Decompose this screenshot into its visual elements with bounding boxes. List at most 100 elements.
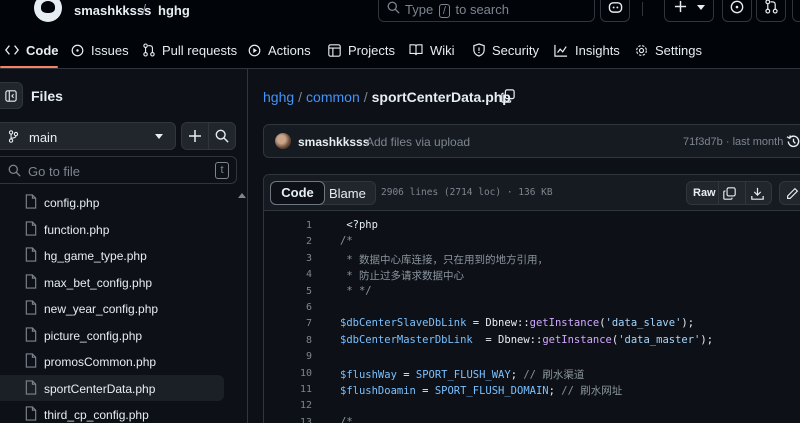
- breadcrumb-folder-link[interactable]: common: [306, 89, 360, 105]
- tab-wiki-label: Wiki: [430, 42, 455, 58]
- tab-actions-label: Actions: [268, 42, 311, 58]
- tab-projects-label: Projects: [348, 42, 395, 58]
- line-number[interactable]: 2: [264, 236, 312, 247]
- file-tree-item[interactable]: third_cp_config.php: [0, 401, 224, 423]
- line-number[interactable]: 3: [264, 253, 312, 264]
- tab-actions[interactable]: Actions: [248, 40, 311, 60]
- copilot-button[interactable]: [600, 0, 630, 22]
- file-tree-item[interactable]: new_year_config.php: [0, 295, 224, 321]
- file-tree-item[interactable]: hg_game_type.php: [0, 242, 224, 268]
- collapse-sidebar-button[interactable]: [0, 82, 23, 109]
- tab-pull-requests[interactable]: Pull requests: [143, 40, 237, 60]
- line-number[interactable]: 9: [264, 351, 312, 362]
- breadcrumb-repo-link[interactable]: hghg: [263, 89, 294, 105]
- line-number[interactable]: 12: [264, 400, 312, 411]
- tab-issues[interactable]: Issues: [71, 40, 129, 60]
- issues-button[interactable]: [722, 0, 752, 22]
- tab-code[interactable]: Code: [5, 40, 59, 60]
- download-icon[interactable]: [751, 187, 764, 200]
- book-icon: [409, 44, 423, 56]
- avatar-menu-button[interactable]: [792, 0, 800, 22]
- file-tree-item[interactable]: sportCenterData.php: [0, 374, 224, 401]
- line-number[interactable]: 1: [264, 220, 312, 231]
- tab-settings[interactable]: Settings: [635, 40, 702, 60]
- commit-message[interactable]: Add files via upload: [366, 135, 470, 149]
- repo-navigation: Code Issues Pull requests Actions Projec…: [0, 32, 800, 69]
- file-tree-item[interactable]: picture_config.php: [0, 322, 224, 348]
- group-divider: [745, 182, 746, 204]
- header-separator: /: [142, 2, 147, 19]
- tab-code-label: Code: [26, 42, 59, 58]
- code-viewer-header: Code Blame 2906 lines (2714 loc) · 136 K…: [264, 175, 800, 211]
- file-icon: [25, 353, 37, 368]
- code-line: * 数据中心库连接，只在用到的地方引用，: [340, 253, 548, 266]
- global-search[interactable]: Type / to search: [378, 0, 595, 22]
- go-to-file-shortcut-key: t: [215, 162, 229, 179]
- raw-button[interactable]: Raw: [693, 187, 716, 199]
- header-divider: [642, 2, 643, 16]
- file-icon: [25, 379, 37, 395]
- search-icon: [387, 1, 400, 14]
- search-shortcut-key: /: [438, 4, 450, 18]
- search-placeholder: Type / to search: [405, 2, 509, 18]
- tab-wiki[interactable]: Wiki: [409, 40, 455, 60]
- file-view: hghg / common / sportCenterData.php smashkks…: [249, 69, 800, 423]
- branch-selector[interactable]: main: [0, 122, 176, 150]
- line-number[interactable]: 8: [264, 335, 312, 346]
- line-number[interactable]: 6: [264, 302, 312, 313]
- history-icon[interactable]: [786, 134, 800, 149]
- sidebar-scrollbar[interactable]: [237, 193, 247, 423]
- file-icon: [25, 326, 37, 342]
- git-branch-icon: [8, 130, 19, 143]
- file-tree-item[interactable]: function.php: [0, 216, 224, 242]
- file-icon: [25, 247, 37, 262]
- file-tree-item[interactable]: promosCommon.php: [0, 348, 224, 374]
- tab-settings-label: Settings: [655, 42, 702, 58]
- add-file-button[interactable]: [181, 122, 209, 150]
- create-new-button[interactable]: [664, 0, 714, 22]
- line-number[interactable]: 7: [264, 318, 312, 329]
- header-repo-link[interactable]: hghg: [158, 3, 190, 18]
- pull-requests-button[interactable]: [756, 0, 786, 22]
- code-lines: 1 <?php 2 /* 3 * 数据中心库连接，只在用到的地方引用， 4 * 防止过多…: [264, 212, 800, 423]
- file-icon: [25, 220, 37, 236]
- line-number[interactable]: 4: [264, 269, 312, 280]
- commit-hash[interactable]: 71f3d7b: [683, 136, 723, 148]
- copy-path-icon[interactable]: [501, 89, 515, 103]
- tab-projects[interactable]: Projects: [328, 40, 395, 60]
- github-logo-icon[interactable]: [34, 0, 62, 22]
- file-tree-item-label: hg_game_type.php: [44, 249, 147, 263]
- line-number[interactable]: 5: [264, 286, 312, 297]
- tab-security[interactable]: Security: [473, 40, 539, 60]
- edit-actions-group: [779, 181, 800, 205]
- copy-icon[interactable]: [723, 187, 736, 200]
- search-files-button[interactable]: [208, 122, 236, 150]
- go-to-file-input[interactable]: Go to file t: [0, 156, 237, 184]
- file-tree-item[interactable]: max_bet_config.php: [0, 269, 224, 295]
- code-view-button[interactable]: Code: [270, 181, 325, 205]
- file-tree-item-label: function.php: [44, 222, 110, 237]
- file-tree-item-label: config.php: [44, 196, 100, 210]
- header-owner-link[interactable]: smashkksss: [74, 3, 151, 18]
- issue-opened-icon: [730, 0, 744, 14]
- file-tree-item-label: promosCommon.php: [44, 355, 157, 369]
- pencil-icon[interactable]: [786, 187, 799, 200]
- line-number[interactable]: 13: [264, 417, 312, 423]
- commit-author[interactable]: smashkksss: [298, 135, 369, 149]
- line-number[interactable]: 10: [264, 368, 312, 379]
- commit-meta: 71f3d7b · last month: [683, 136, 784, 148]
- file-tree-item[interactable]: config.php: [0, 189, 224, 215]
- avatar[interactable]: [275, 133, 291, 149]
- blame-view-button[interactable]: Blame: [329, 186, 366, 201]
- file-tree-sidebar: Files main Go to file t config.php functi…: [0, 69, 248, 423]
- tab-security-label: Security: [492, 42, 539, 58]
- file-breadcrumb: hghg / common / sportCenterData.php: [263, 89, 511, 105]
- plus-icon: [189, 130, 201, 142]
- issue-opened-icon: [71, 44, 84, 56]
- line-number[interactable]: 11: [264, 384, 312, 395]
- file-icon: [25, 194, 37, 209]
- code-icon: [5, 45, 19, 55]
- tab-insights[interactable]: Insights: [554, 40, 620, 60]
- breadcrumb-separator: /: [363, 89, 368, 105]
- file-tree-item-label: picture_config.php: [44, 328, 143, 343]
